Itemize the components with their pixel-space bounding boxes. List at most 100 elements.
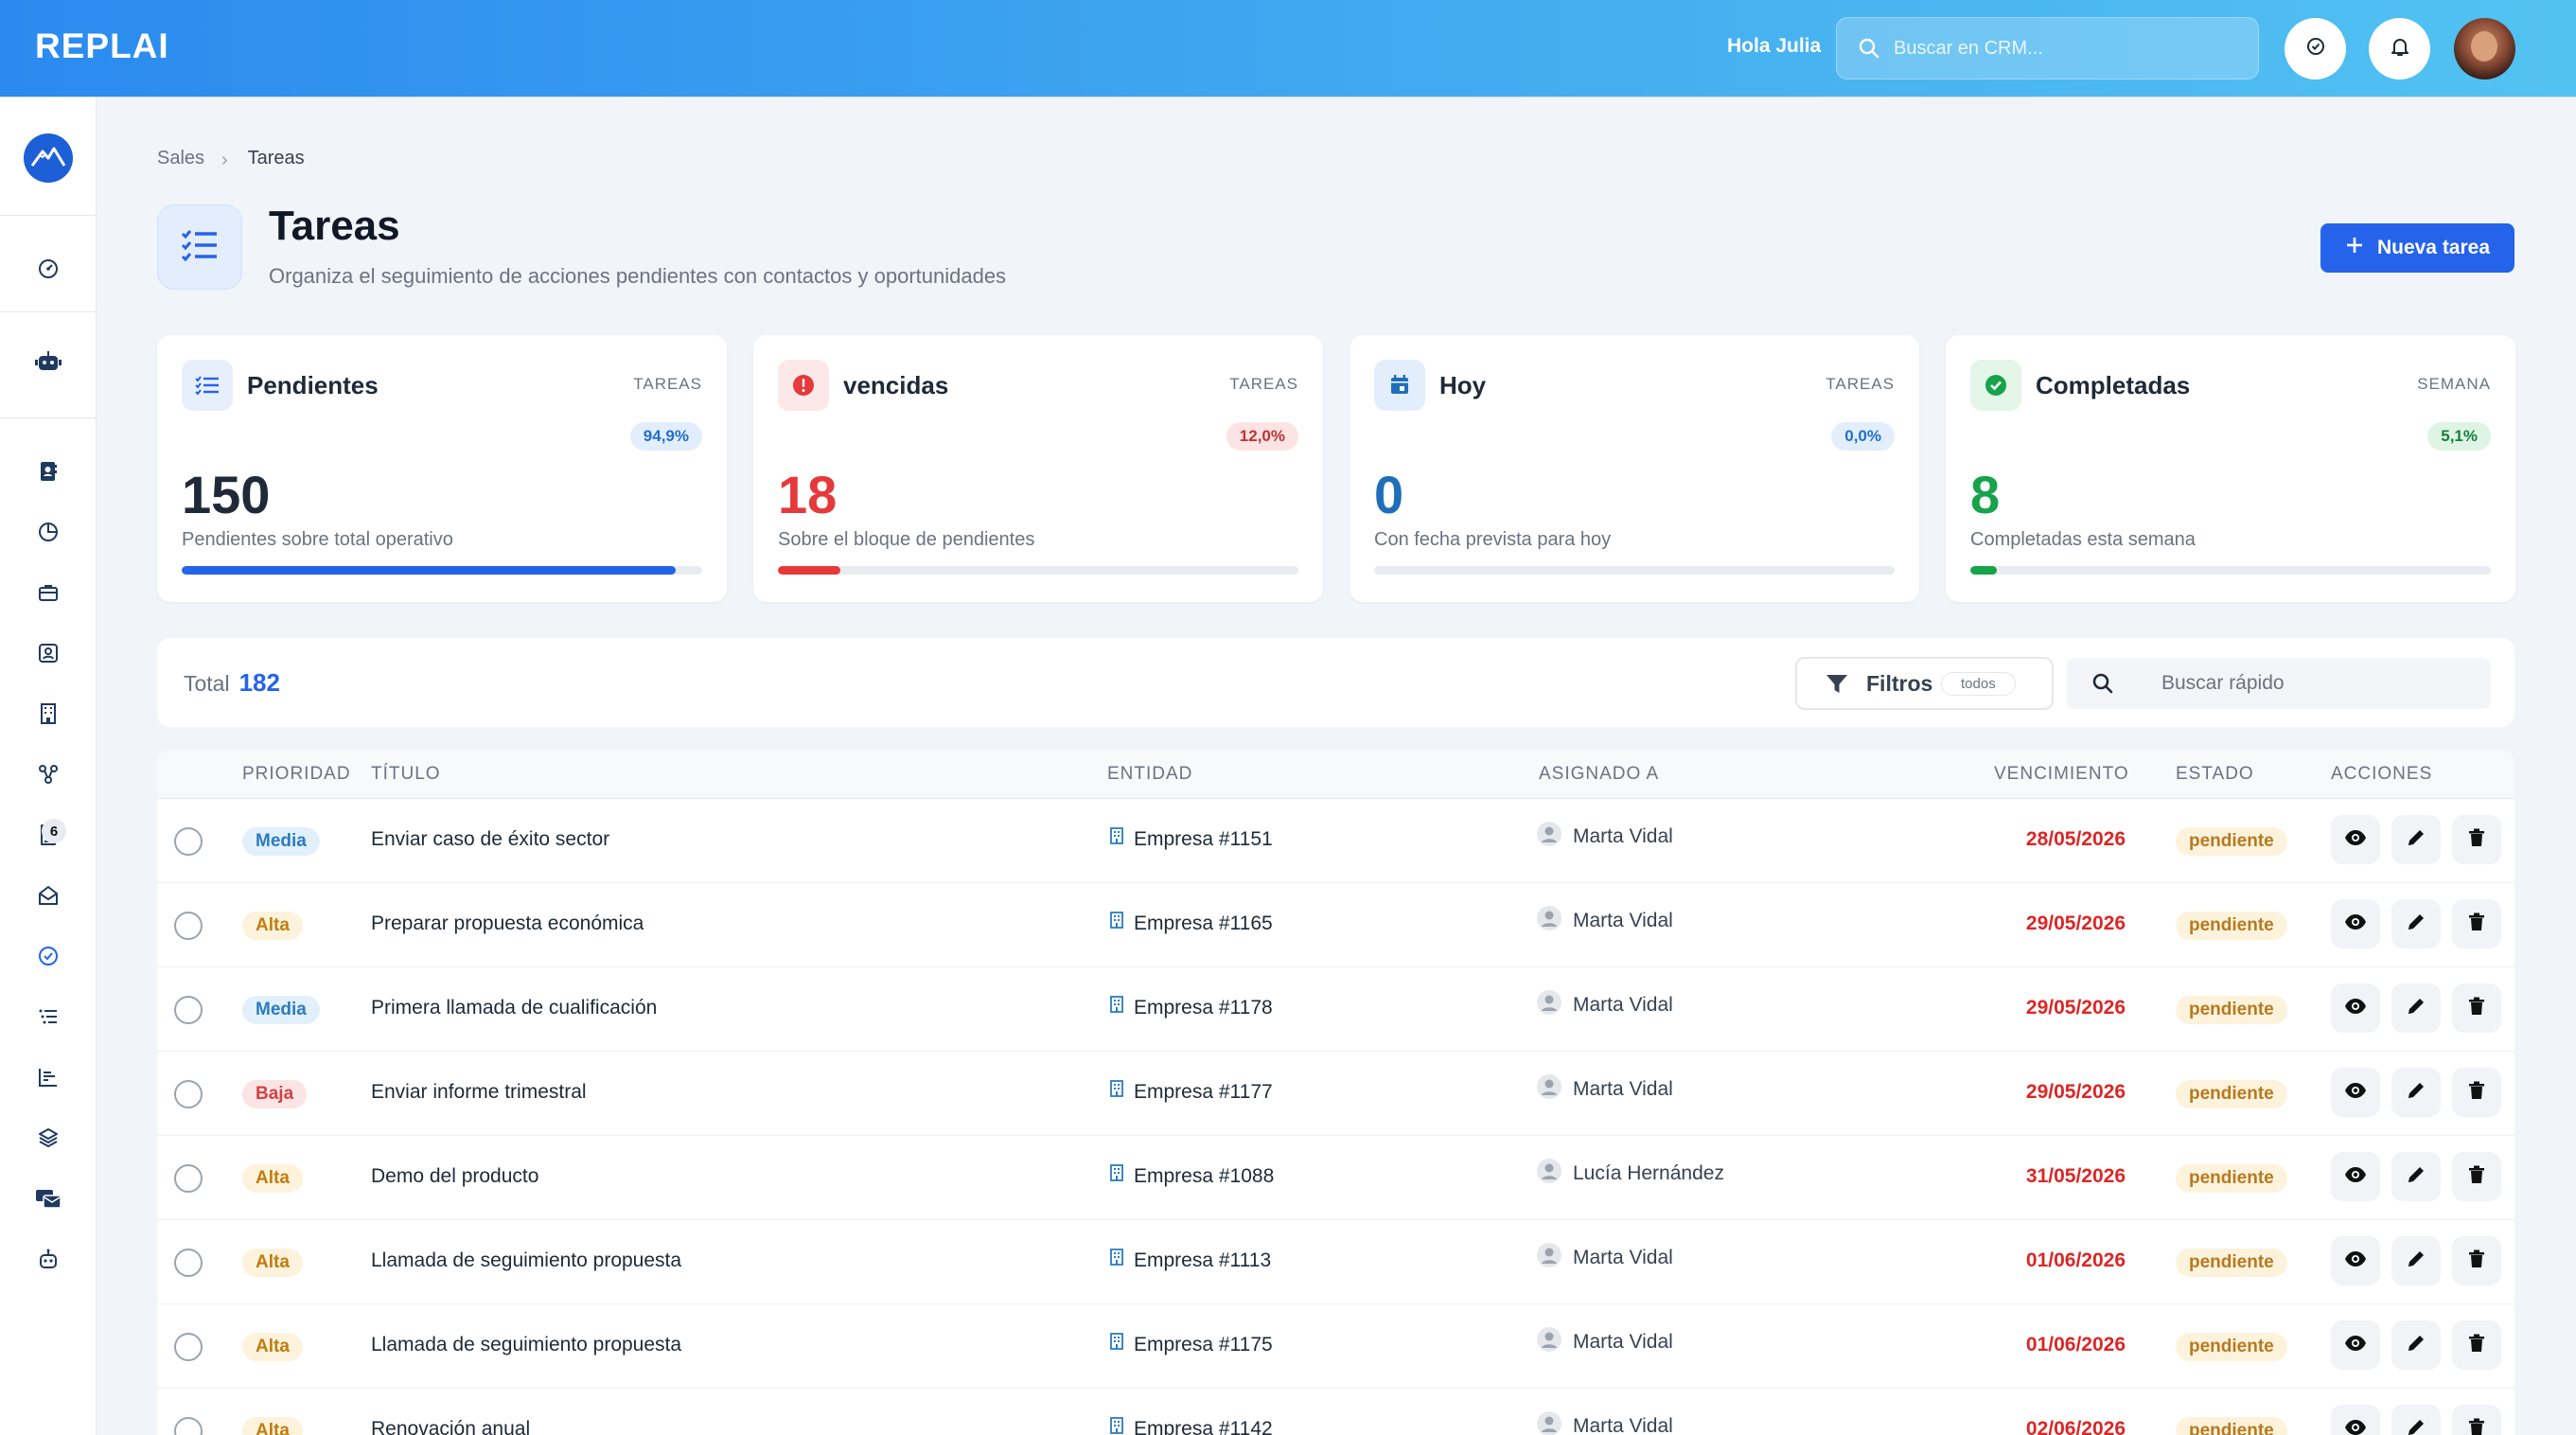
edit-button[interactable] xyxy=(2391,1068,2441,1117)
status-badge: pendiente xyxy=(2176,1417,2287,1435)
table-row[interactable]: Baja Enviar informe trimestral Empresa #11… xyxy=(157,1052,2514,1136)
task-title[interactable]: Enviar caso de éxito sector xyxy=(371,828,609,851)
edit-button[interactable] xyxy=(2391,1405,2441,1435)
edit-button[interactable] xyxy=(2391,1320,2441,1370)
sidebar-item-assistant[interactable] xyxy=(33,1246,63,1276)
building-icon xyxy=(37,702,60,730)
sidebar-item-lists[interactable] xyxy=(33,1003,63,1034)
sidebar-item-contacts-book[interactable] xyxy=(33,458,63,488)
sidebar-item-timeline[interactable] xyxy=(33,1064,63,1094)
user-icon xyxy=(1537,1411,1561,1435)
edit-button[interactable] xyxy=(2391,899,2441,948)
sidebar-item-messages[interactable] xyxy=(33,1185,63,1215)
row-checkbox[interactable] xyxy=(174,827,203,856)
task-title[interactable]: Llamada de seguimiento propuesta xyxy=(371,1334,681,1356)
view-button[interactable] xyxy=(2331,1405,2380,1435)
column-header-title[interactable]: TÍTULO xyxy=(371,764,441,785)
row-checkbox[interactable] xyxy=(174,1249,203,1277)
view-button[interactable] xyxy=(2331,815,2380,864)
column-header-assignee[interactable]: ASIGNADO A xyxy=(1539,764,1659,785)
sidebar-item-layers[interactable] xyxy=(33,1125,63,1155)
task-title[interactable]: Enviar informe trimestral xyxy=(371,1081,587,1104)
task-title[interactable]: Demo del producto xyxy=(371,1165,538,1188)
delete-button[interactable] xyxy=(2452,815,2501,864)
edit-button[interactable] xyxy=(2391,1236,2441,1285)
task-entity[interactable]: Empresa #1177 xyxy=(1109,1080,1273,1104)
table-row[interactable]: Alta Renovación anual Empresa #1142 Marta V… xyxy=(157,1389,2514,1435)
new-task-button[interactable]: Nueva tarea xyxy=(2320,223,2514,273)
sidebar-item-deals[interactable] xyxy=(33,579,63,610)
filters-button[interactable]: Filtros todos xyxy=(1795,657,2054,710)
delete-button[interactable] xyxy=(2452,1320,2501,1370)
task-entity[interactable]: Empresa #1175 xyxy=(1109,1333,1273,1356)
view-button[interactable] xyxy=(2331,1068,2380,1117)
task-title[interactable]: Primera llamada de cualificación xyxy=(371,997,657,1019)
due-date: 31/05/2026 xyxy=(2025,1165,2126,1187)
workspace-logo[interactable] xyxy=(24,133,73,183)
delete-button[interactable] xyxy=(2452,1068,2501,1117)
row-checkbox[interactable] xyxy=(174,912,203,940)
quick-search[interactable] xyxy=(2067,658,2491,709)
row-checkbox[interactable] xyxy=(174,1164,203,1193)
table-row[interactable]: Media Primera llamada de cualificación Emp… xyxy=(157,967,2514,1052)
edit-button[interactable] xyxy=(2391,1152,2441,1201)
view-button[interactable] xyxy=(2331,899,2380,948)
breadcrumb-separator: › xyxy=(221,150,228,170)
delete-button[interactable] xyxy=(2452,899,2501,948)
delete-button[interactable] xyxy=(2452,983,2501,1033)
delete-button[interactable] xyxy=(2452,1405,2501,1435)
column-header-priority[interactable]: PRIORIDAD xyxy=(242,764,351,785)
breadcrumb-sales[interactable]: Sales xyxy=(157,148,204,168)
user-avatar[interactable] xyxy=(2454,18,2515,80)
sidebar-item-dashboard[interactable] xyxy=(33,256,63,286)
view-button[interactable] xyxy=(2331,1152,2380,1201)
task-title[interactable]: Renovación anual xyxy=(371,1418,530,1435)
sidebar-item-inbox[interactable] xyxy=(33,882,63,912)
check-circle-icon xyxy=(1970,360,2021,411)
sidebar-item-reports[interactable] xyxy=(33,519,63,549)
edit-button[interactable] xyxy=(2391,983,2441,1033)
pie-chart-icon xyxy=(37,521,60,548)
task-entity[interactable]: Empresa #1142 xyxy=(1109,1417,1273,1435)
table-row[interactable]: Alta Demo del producto Empresa #1088 Lucía … xyxy=(157,1136,2514,1220)
app-logo[interactable]: REPLAI xyxy=(35,27,169,66)
column-header-entity[interactable]: ENTIDAD xyxy=(1107,764,1192,785)
view-button[interactable] xyxy=(2331,1236,2380,1285)
card-value: 18 xyxy=(778,465,838,524)
delete-button[interactable] xyxy=(2452,1152,2501,1201)
row-checkbox[interactable] xyxy=(174,1417,203,1435)
task-entity[interactable]: Empresa #1088 xyxy=(1109,1164,1274,1188)
view-button[interactable] xyxy=(2331,1320,2380,1370)
sidebar-item-integrations[interactable] xyxy=(33,761,63,791)
task-entity[interactable]: Empresa #1178 xyxy=(1109,996,1273,1019)
quick-search-input[interactable] xyxy=(2161,669,2464,698)
edit-button[interactable] xyxy=(2391,815,2441,864)
table-row[interactable]: Alta Preparar propuesta económica Empresa … xyxy=(157,883,2514,967)
sidebar-item-bot[interactable] xyxy=(33,348,63,379)
column-header-status[interactable]: ESTADO xyxy=(2176,764,2254,785)
task-entity[interactable]: Empresa #1165 xyxy=(1109,912,1273,935)
table-row[interactable]: Alta Llamada de seguimiento propuesta Empr… xyxy=(157,1220,2514,1304)
task-entity[interactable]: Empresa #1113 xyxy=(1109,1249,1271,1272)
table-row[interactable]: Alta Llamada de seguimiento propuesta Empr… xyxy=(157,1304,2514,1389)
status-button[interactable] xyxy=(2285,18,2346,80)
task-title[interactable]: Preparar propuesta económica xyxy=(371,912,644,935)
sidebar-item-companies[interactable] xyxy=(33,700,63,731)
delete-button[interactable] xyxy=(2452,1236,2501,1285)
assignee-name: Marta Vidal xyxy=(1573,825,1673,847)
table-row[interactable]: Media Enviar caso de éxito sector Empresa … xyxy=(157,799,2514,883)
priority-badge: Baja xyxy=(242,1080,308,1108)
row-checkbox[interactable] xyxy=(174,1333,203,1361)
row-checkbox[interactable] xyxy=(174,1080,203,1108)
global-search-input[interactable] xyxy=(1894,31,2234,65)
column-header-due[interactable]: VENCIMIENTO xyxy=(1994,764,2129,785)
sidebar-divider xyxy=(0,215,97,216)
task-title[interactable]: Llamada de seguimiento propuesta xyxy=(371,1249,681,1272)
row-checkbox[interactable] xyxy=(174,996,203,1024)
notifications-button[interactable] xyxy=(2369,18,2430,80)
sidebar-item-tasks[interactable] xyxy=(33,943,63,973)
task-entity[interactable]: Empresa #1151 xyxy=(1109,827,1273,851)
sidebar-item-contacts[interactable] xyxy=(33,640,63,670)
global-search[interactable] xyxy=(1836,17,2259,80)
view-button[interactable] xyxy=(2331,983,2380,1033)
